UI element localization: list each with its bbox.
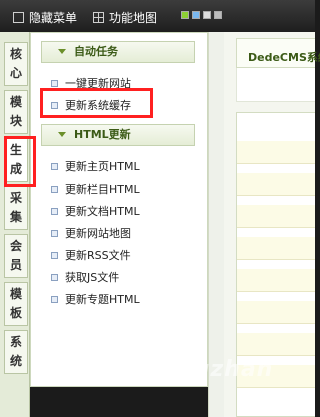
table-row — [237, 141, 315, 164]
bullet-icon — [51, 229, 58, 237]
generate-menu-panel: 自动任务 一键更新网站 更新系统缓存 HTML更新 更新主页HTML 更新栏目H… — [30, 32, 208, 387]
menu-item-update-columns[interactable]: 更新栏目HTML — [51, 181, 140, 197]
site-map-button[interactable]: 功能地图 — [93, 9, 157, 26]
bullet-icon — [51, 273, 58, 281]
group-title: 自动任务 — [74, 45, 118, 58]
top-toolbar: 隐藏菜单 功能地图 — [0, 0, 315, 32]
collapse-triangle-icon — [58, 49, 66, 54]
group-title: HTML更新 — [74, 128, 131, 141]
menu-item-update-docs[interactable]: 更新文档HTML — [51, 203, 140, 219]
tab-system-label: 系统 — [9, 335, 22, 368]
hide-menu-button[interactable]: 隐藏菜单 — [13, 9, 77, 26]
page-title: DedeCMS系统 — [248, 51, 320, 64]
table-row — [237, 205, 315, 228]
tab-core-label: 核心 — [9, 47, 22, 80]
theme-swatch-gray[interactable] — [214, 11, 222, 19]
group-header-auto-tasks[interactable]: 自动任务 — [41, 41, 195, 63]
menu-item-update-sitemap[interactable]: 更新网站地图 — [51, 225, 131, 241]
table-row — [237, 173, 315, 196]
menu-item-update-home[interactable]: 更新主页HTML — [51, 158, 140, 174]
tab-collect[interactable]: 采集 — [4, 186, 28, 230]
tab-core[interactable]: 核心 — [4, 42, 28, 86]
table-row — [237, 301, 315, 324]
main-title-bar: DedeCMS系统 — [236, 38, 320, 68]
menu-item-update-topics[interactable]: 更新专题HTML — [51, 291, 140, 307]
tab-templates[interactable]: 模板 — [4, 282, 28, 326]
tab-members-label: 会员 — [9, 239, 22, 272]
menu-item-label: 更新RSS文件 — [65, 249, 131, 262]
menu-item-update-rss[interactable]: 更新RSS文件 — [51, 247, 131, 263]
highlight-box-generate-tab — [4, 136, 36, 187]
window-icon — [13, 12, 24, 23]
bullet-icon — [51, 207, 58, 215]
tab-templates-label: 模板 — [9, 287, 22, 320]
bullet-icon — [51, 185, 58, 193]
table-row — [237, 333, 315, 356]
menu-item-label: 更新专题HTML — [65, 293, 140, 306]
menu-item-get-js[interactable]: 获取JS文件 — [51, 269, 119, 285]
tab-modules-label: 模块 — [9, 95, 22, 128]
watermark-text: xuewangzhan — [92, 357, 274, 382]
bullet-icon — [51, 251, 58, 259]
group-header-html-update[interactable]: HTML更新 — [41, 124, 195, 146]
menu-item-label: 获取JS文件 — [65, 271, 120, 284]
bullet-icon — [51, 79, 58, 87]
grid-icon — [93, 12, 104, 23]
menu-item-label: 更新栏目HTML — [65, 183, 140, 196]
theme-swatch-blue[interactable] — [192, 11, 200, 19]
hide-menu-label: 隐藏菜单 — [29, 11, 78, 25]
collapse-triangle-icon — [58, 132, 66, 137]
menu-item-label: 更新文档HTML — [65, 205, 140, 218]
menu-item-label: 更新主页HTML — [65, 160, 140, 173]
menu-item-label: 更新网站地图 — [65, 227, 131, 240]
bullet-icon — [51, 295, 58, 303]
theme-swatch-green[interactable] — [181, 11, 189, 19]
highlight-box-update-cache — [40, 88, 153, 118]
tab-members[interactable]: 会员 — [4, 234, 28, 278]
tab-system[interactable]: 系统 — [4, 330, 28, 374]
table-row — [237, 269, 315, 292]
table-row — [237, 237, 315, 260]
bullet-icon — [51, 162, 58, 170]
info-panel — [236, 68, 315, 102]
theme-swatch-light[interactable] — [203, 11, 211, 19]
tab-collect-label: 采集 — [9, 191, 22, 224]
site-map-label: 功能地图 — [109, 11, 158, 25]
tab-modules[interactable]: 模块 — [4, 90, 28, 134]
left-tab-nav: 核心 模块 生成 采集 会员 模板 系统 — [0, 32, 30, 417]
